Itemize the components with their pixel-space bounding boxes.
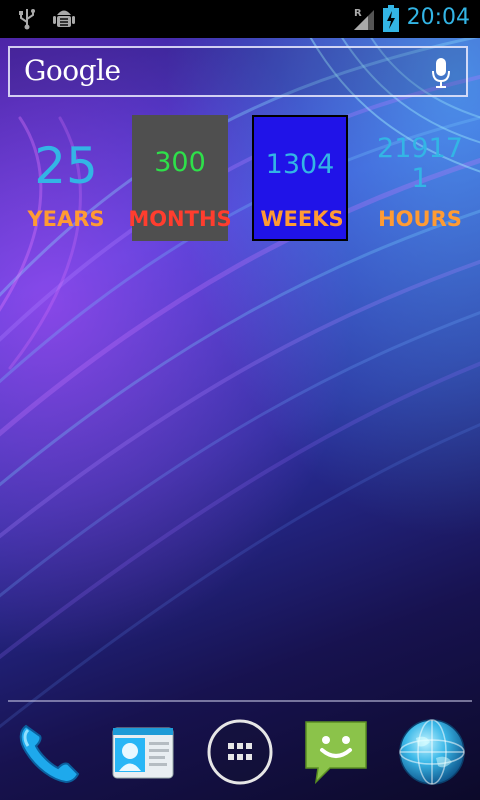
browser-icon[interactable] xyxy=(396,716,468,788)
years-label: YEARS xyxy=(27,207,105,231)
months-widget[interactable]: 300 MONTHS xyxy=(128,115,232,241)
hours-label: HOURS xyxy=(378,207,462,231)
contacts-icon[interactable] xyxy=(107,716,179,788)
weeks-label: WEEKS xyxy=(260,207,344,231)
months-value: 300 xyxy=(154,147,206,178)
messaging-icon[interactable] xyxy=(300,716,372,788)
weeks-value: 1304 xyxy=(265,149,335,180)
usb-icon xyxy=(16,6,38,34)
home-screen: R 20:04 Google 25 YEARS 300 MONTHS 1304 … xyxy=(0,0,480,800)
dock-divider xyxy=(8,700,472,702)
google-logo[interactable]: Google xyxy=(24,54,121,87)
microphone-icon[interactable] xyxy=(430,56,452,94)
weeks-widget[interactable]: 1304 WEEKS xyxy=(252,115,348,241)
signal-roaming-icon: R xyxy=(352,6,376,36)
months-label: MONTHS xyxy=(128,207,232,231)
phone-icon[interactable] xyxy=(12,716,84,788)
svg-text:R: R xyxy=(354,8,362,19)
status-clock: 20:04 xyxy=(406,5,470,30)
hours-widget[interactable]: 21917 1 HOURS xyxy=(372,115,468,241)
hours-value-line2: 1 xyxy=(411,163,429,194)
years-widget[interactable]: 25 YEARS xyxy=(18,115,114,241)
battery-charging-icon xyxy=(382,5,400,37)
google-search-bar[interactable]: Google xyxy=(8,46,468,97)
android-debug-icon xyxy=(52,5,76,35)
hours-value-line1: 21917 xyxy=(377,133,463,164)
all-apps-icon[interactable] xyxy=(204,716,276,788)
status-bar: R 20:04 xyxy=(0,0,480,38)
years-value: 25 xyxy=(34,137,98,195)
